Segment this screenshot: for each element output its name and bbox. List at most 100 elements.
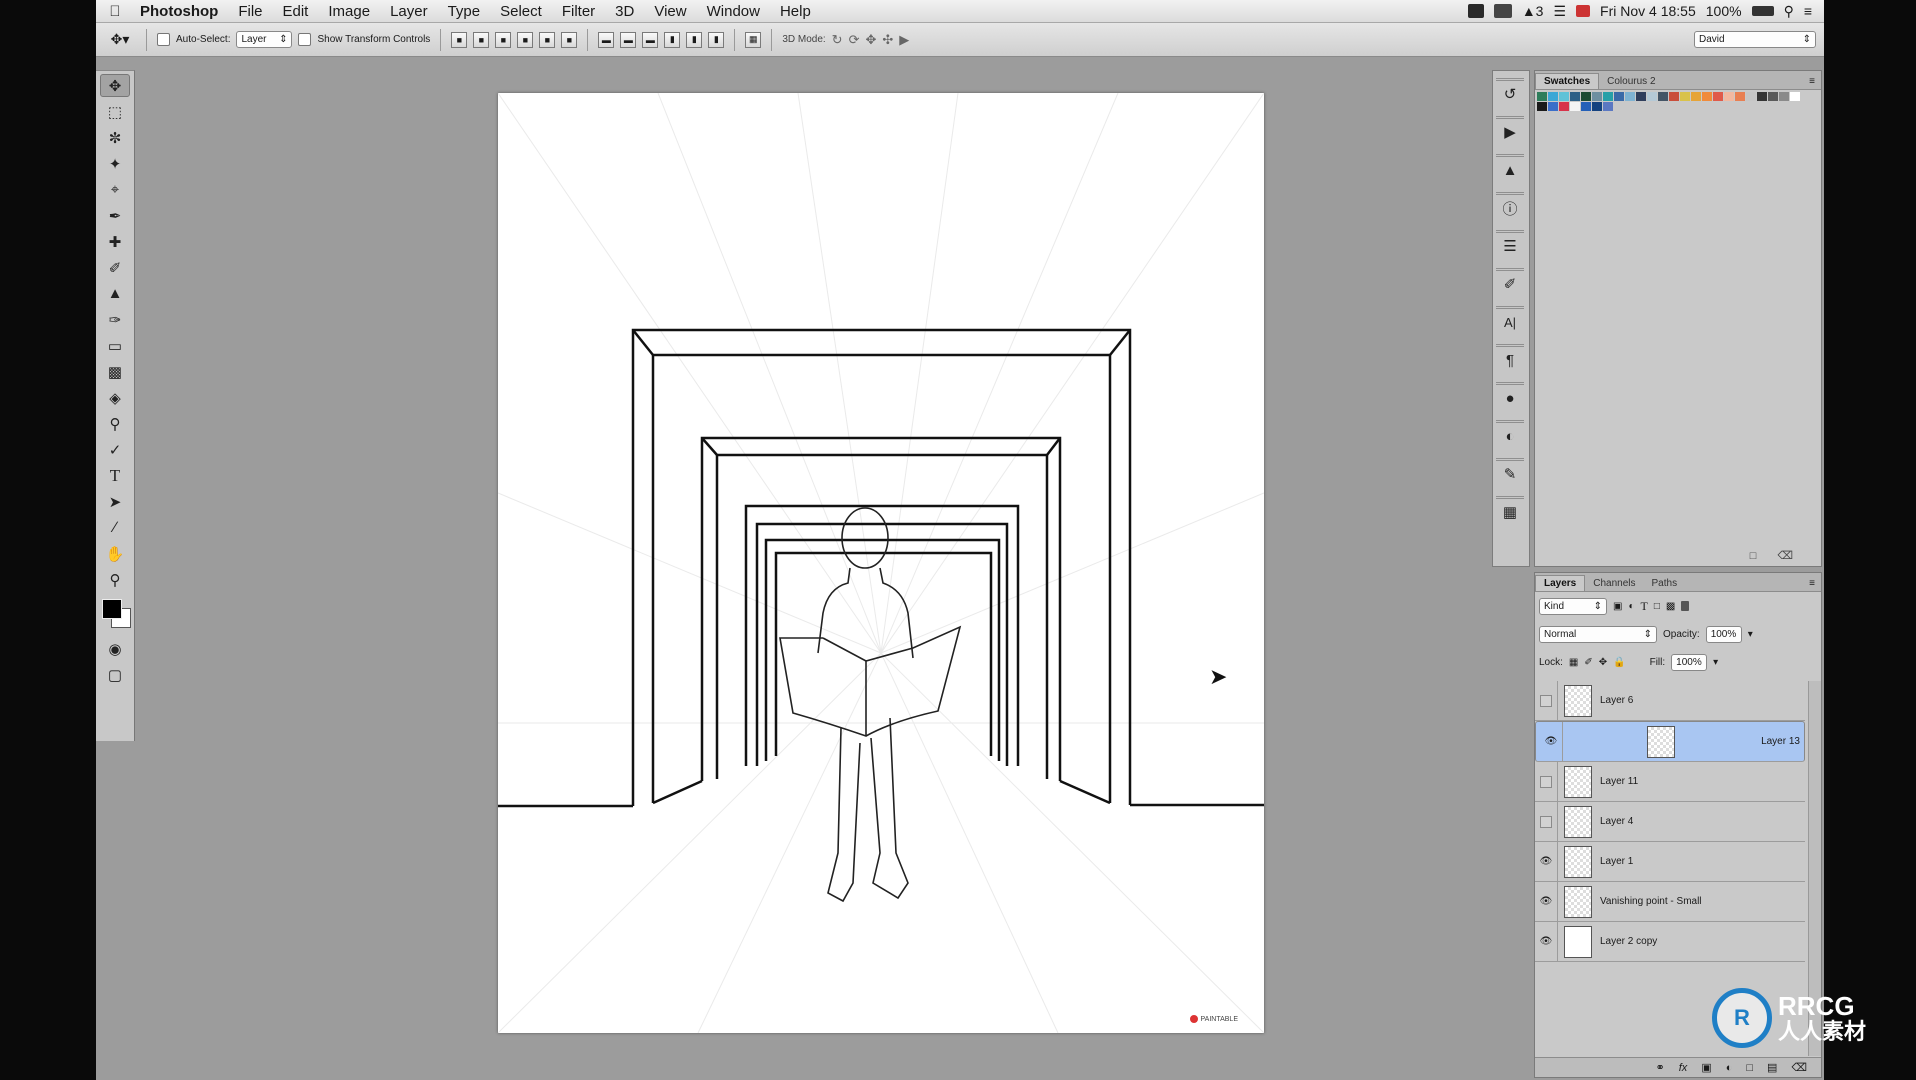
wifi-icon[interactable]: ☰	[1553, 3, 1566, 20]
swatch-color[interactable]	[1625, 92, 1635, 101]
screen-record-icon[interactable]	[1493, 4, 1512, 18]
show-transform-checkbox[interactable]	[298, 33, 312, 46]
align-left-icon[interactable]: ■	[517, 31, 534, 48]
visibility-toggle[interactable]: 👁	[1540, 722, 1563, 761]
lock-transparent-icon[interactable]: ▦	[1569, 657, 1578, 668]
distribute-top-icon[interactable]: ▬	[598, 31, 615, 48]
align-top-icon[interactable]: ■	[451, 31, 468, 48]
filter-smart-object-icon[interactable]: ▩	[1666, 601, 1675, 612]
align-vcenter-icon[interactable]: ■	[473, 31, 490, 48]
menu-filter[interactable]: Filter	[552, 3, 605, 20]
layer-style-icon[interactable]: fx	[1679, 1062, 1688, 1074]
chevron-down-icon[interactable]: ▾	[1748, 629, 1753, 640]
layer-row[interactable]: Layer 4	[1535, 802, 1805, 842]
chevron-down-icon[interactable]: ▾	[1713, 657, 1718, 668]
adjustments-icon[interactable]: ☰	[1496, 230, 1524, 259]
quick-mask-icon[interactable]: ◉	[100, 637, 130, 660]
filter-type-icon[interactable]: T	[1641, 599, 1648, 614]
swatch-color[interactable]	[1768, 92, 1778, 101]
filter-adjustment-icon[interactable]: ◐	[1628, 601, 1634, 612]
swatch-color[interactable]	[1581, 92, 1591, 101]
auto-select-checkbox[interactable]	[157, 33, 170, 46]
distribute-hcenter-icon[interactable]: ▮	[686, 31, 703, 48]
menu-3d[interactable]: 3D	[605, 3, 644, 20]
swatch-color[interactable]	[1603, 92, 1613, 101]
panel-menu-icon[interactable]: ≡	[1809, 76, 1821, 89]
layer-row[interactable]: Layer 6	[1535, 681, 1805, 721]
swatch-color[interactable]	[1647, 92, 1657, 101]
menu-help[interactable]: Help	[770, 3, 821, 20]
layer-row[interactable]: Layer 11	[1535, 762, 1805, 802]
menu-select[interactable]: Select	[490, 3, 552, 20]
history-icon[interactable]: ↺	[1496, 78, 1524, 107]
eraser-tool-icon[interactable]: ▭	[100, 334, 130, 357]
battery-icon[interactable]	[1751, 6, 1774, 16]
zoom-tool-icon[interactable]: ⚲	[100, 568, 130, 591]
magic-wand-tool-icon[interactable]: ✦	[100, 152, 130, 175]
swatch-color[interactable]	[1537, 102, 1547, 111]
fill-input[interactable]: 100%	[1671, 653, 1708, 671]
visibility-toggle[interactable]	[1535, 681, 1558, 720]
menu-type[interactable]: Type	[438, 3, 491, 20]
swatch-color[interactable]	[1537, 92, 1547, 101]
input-flag-icon[interactable]	[1576, 5, 1591, 17]
apple-icon[interactable]: 	[96, 3, 134, 20]
eyedropper-tool-icon[interactable]: ✒	[100, 204, 130, 227]
swatch-color[interactable]	[1548, 92, 1558, 101]
auto-select-dropdown[interactable]: Layer ⇕	[236, 31, 293, 48]
actions-play-icon[interactable]: ▶	[1496, 116, 1524, 145]
crop-tool-icon[interactable]: ⌖	[100, 178, 130, 201]
dodge-tool-icon[interactable]: ⚲	[100, 412, 130, 435]
swatch-color[interactable]	[1691, 92, 1701, 101]
distribute-right-icon[interactable]: ▮	[708, 31, 725, 48]
blur-tool-icon[interactable]: ◈	[100, 386, 130, 409]
menu-edit[interactable]: Edit	[273, 3, 319, 20]
3d-pan-icon[interactable]: ✥	[865, 32, 876, 48]
layer-row[interactable]: 👁 Vanishing point - Small	[1535, 882, 1805, 922]
swatch-color[interactable]	[1735, 92, 1745, 101]
workspace-switcher[interactable]: David ⇕	[1694, 31, 1816, 48]
swatch-color[interactable]	[1669, 92, 1679, 101]
tab-channels[interactable]: Channels	[1585, 576, 1643, 591]
line-tool-icon[interactable]: ∕	[100, 516, 130, 539]
marquee-tool-icon[interactable]: ⬚	[100, 100, 130, 123]
delete-layer-icon[interactable]: ⌫	[1791, 1061, 1807, 1074]
info-icon[interactable]: ⓘ	[1496, 192, 1524, 221]
visibility-toggle[interactable]: 👁	[1535, 882, 1558, 921]
new-swatch-icon[interactable]: □	[1750, 550, 1757, 562]
brush-tool-icon[interactable]: ✐	[100, 256, 130, 279]
evernote-icon[interactable]	[1467, 4, 1484, 18]
swatch-color[interactable]	[1559, 92, 1569, 101]
tab-layers[interactable]: Layers	[1535, 575, 1586, 591]
new-layer-icon[interactable]: ▤	[1767, 1061, 1777, 1074]
adjustment-layer-icon[interactable]: ◐	[1726, 1062, 1733, 1074]
kuler-icon[interactable]: ●	[1496, 382, 1524, 411]
swatch-color[interactable]	[1614, 92, 1624, 101]
healing-brush-tool-icon[interactable]: ✚	[100, 230, 130, 253]
add-mask-icon[interactable]: ▣	[1701, 1061, 1711, 1074]
swatch-color[interactable]	[1658, 92, 1668, 101]
menu-layer[interactable]: Layer	[380, 3, 438, 20]
color-wheel-icon[interactable]: ◐	[1496, 420, 1524, 449]
swatch-color[interactable]	[1790, 92, 1800, 101]
histogram-icon[interactable]: ▲	[1496, 154, 1524, 183]
swatch-color[interactable]	[1592, 102, 1602, 111]
align-hcenter-icon[interactable]: ■	[539, 31, 556, 48]
opacity-input[interactable]: 100%	[1705, 625, 1742, 643]
notes-icon[interactable]: ✎	[1496, 458, 1524, 487]
spotlight-icon[interactable]: ⚲	[1784, 3, 1794, 20]
history-brush-tool-icon[interactable]: ✑	[100, 308, 130, 331]
lock-all-icon[interactable]: 🔒	[1613, 657, 1625, 668]
visibility-toggle[interactable]	[1535, 802, 1558, 841]
swatch-color[interactable]	[1779, 92, 1789, 101]
swatch-color[interactable]	[1713, 92, 1723, 101]
swatch-color[interactable]	[1548, 102, 1558, 111]
distribute-vcenter-icon[interactable]: ▬	[620, 31, 637, 48]
paragraph-icon[interactable]: ¶	[1496, 344, 1524, 373]
clock[interactable]: Fri Nov 4 18:55	[1600, 3, 1696, 19]
menu-file[interactable]: File	[228, 3, 272, 20]
move-tool-preset-icon[interactable]: ✥▾	[104, 29, 136, 51]
filter-pixel-icon[interactable]: ▣	[1613, 601, 1622, 612]
filter-toggle-icon[interactable]	[1681, 601, 1690, 611]
layer-comps-icon[interactable]: ▦	[1496, 496, 1524, 525]
